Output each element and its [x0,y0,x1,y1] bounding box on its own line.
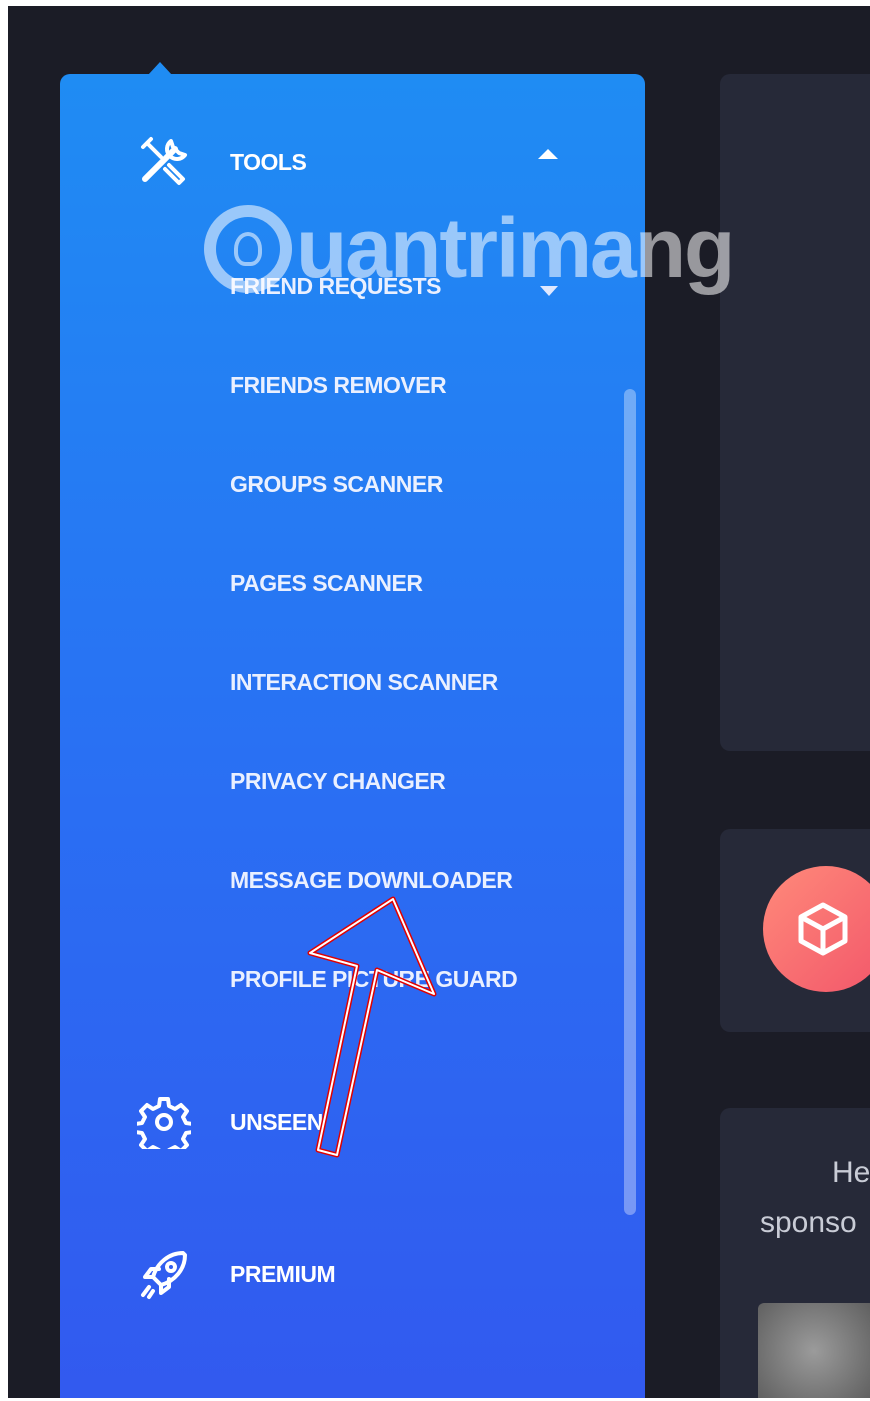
card-text-line1: He [832,1156,870,1189]
submenu-item-label: PRIVACY CHANGER [230,768,446,794]
tools-dropdown-menu: TOOLS FRIEND REQUESTS FRIENDS REMOVER GR… [60,74,645,1398]
menu-item-tools-label: TOOLS [230,148,307,175]
submenu-item-label: FRIEND REQUESTS [230,273,442,299]
gear-icon [132,1090,196,1154]
menu-item-tools[interactable]: TOOLS [132,130,307,194]
submenu-item-label: MESSAGE DOWNLOADER [230,867,513,893]
cube-icon [798,902,848,956]
submenu-item-friends-remover[interactable]: FRIENDS REMOVER [230,372,447,399]
submenu-item-pages-scanner[interactable]: PAGES SCANNER [230,570,423,597]
submenu-item-label: FRIENDS REMOVER [230,372,447,398]
menu-item-premium[interactable]: PREMIUM [132,1242,336,1306]
content-card-top [720,74,870,751]
chevron-up-icon[interactable] [538,149,558,159]
menu-item-unseen-label: UNSEEN [230,1108,323,1135]
rocket-icon [132,1242,196,1306]
cube-badge [763,866,870,992]
submenu-item-friend-requests[interactable]: FRIEND REQUESTS [230,273,442,300]
content-card-sponsor: He sponso [720,1108,870,1398]
submenu-item-profile-picture-guard[interactable]: PROFILE PICTURE GUARD [230,966,518,993]
app-frame: He sponso TOOLS FRIEND REQUESTS FRIENDS … [8,6,870,1398]
menu-scrollbar[interactable] [624,389,636,1215]
tools-icon [132,130,196,194]
menu-item-premium-label: PREMIUM [230,1260,336,1287]
menu-item-unseen[interactable]: UNSEEN [132,1090,323,1154]
submenu-item-label: PROFILE PICTURE GUARD [230,966,518,992]
submenu-item-interaction-scanner[interactable]: INTERACTION SCANNER [230,669,498,696]
submenu-item-label: PAGES SCANNER [230,570,423,596]
chevron-down-icon[interactable] [540,286,558,296]
submenu-item-message-downloader[interactable]: MESSAGE DOWNLOADER [230,867,513,894]
card-text-line2: sponso [760,1206,857,1239]
content-card-feature [720,829,870,1032]
card-thumbnail[interactable] [758,1303,870,1398]
submenu-item-groups-scanner[interactable]: GROUPS SCANNER [230,471,443,498]
submenu-item-label: INTERACTION SCANNER [230,669,498,695]
submenu-item-label: GROUPS SCANNER [230,471,443,497]
submenu-item-privacy-changer[interactable]: PRIVACY CHANGER [230,768,446,795]
